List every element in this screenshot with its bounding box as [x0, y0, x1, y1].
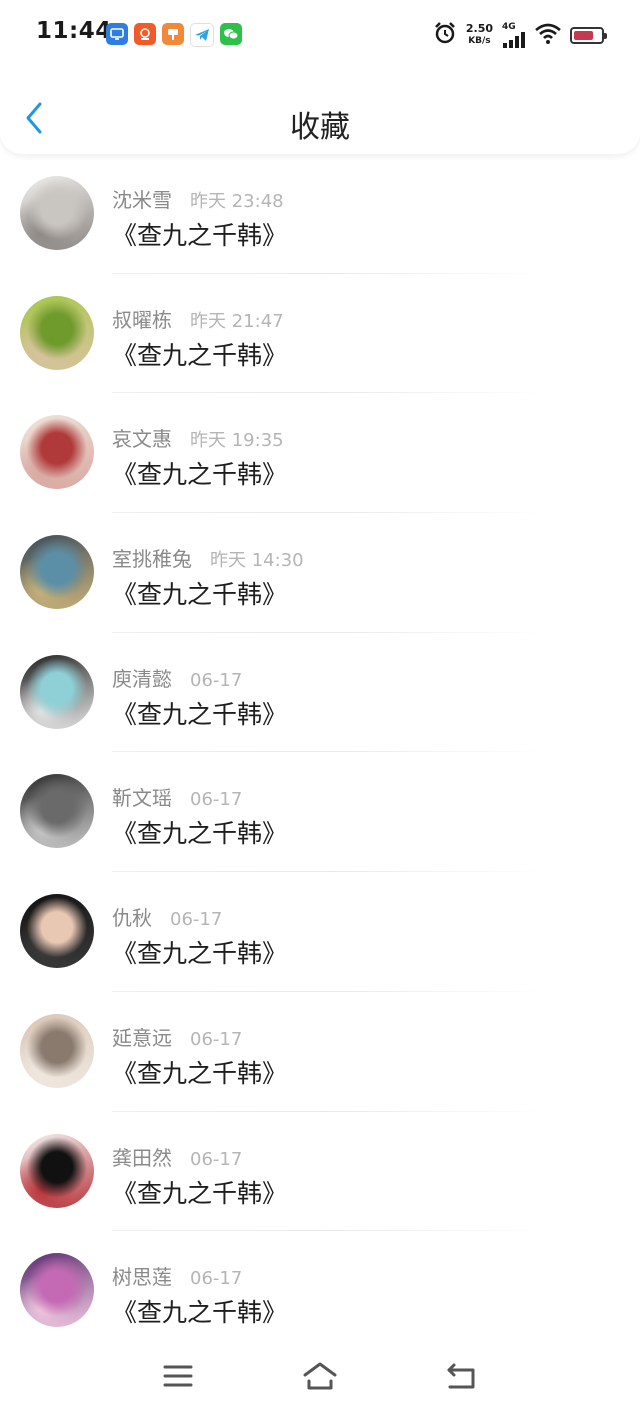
menu-icon — [163, 1365, 193, 1387]
item-meta: 哀文惠 昨天 19:35 — [112, 423, 284, 452]
book-title[interactable]: 《查九之千韩》 — [112, 814, 287, 850]
avatar[interactable] — [20, 654, 94, 729]
item-meta: 庾清懿 06-17 — [112, 663, 242, 692]
item-meta: 室挑稚兔 昨天 14:30 — [112, 543, 304, 572]
favorites-list: 沈米雪 昨天 23:48 《查九之千韩》 叔曜栋 昨天 21:47 《查九之千韩》 哀文惠昨… — [0, 154, 640, 1351]
alarm-clock-icon — [433, 21, 457, 49]
status-bar: 11:44 2.50 KB/s 4G — [0, 0, 640, 70]
author-name[interactable]: 叔曜栋 — [112, 304, 172, 333]
avatar[interactable] — [20, 1013, 94, 1088]
avatar[interactable] — [20, 774, 94, 849]
author-name[interactable]: 靳文瑶 — [112, 782, 172, 811]
book-title[interactable]: 《查九之千韩》 — [112, 695, 287, 731]
favorite-item[interactable]: 沈米雪 昨天 23:48 《查九之千韩》 — [0, 154, 640, 274]
wechat-icon — [220, 23, 242, 45]
favorite-item[interactable]: 龚田然 06-17 《查九之千韩》 — [0, 1112, 640, 1232]
screen-mirror-icon — [106, 23, 128, 45]
book-title[interactable]: 《查九之千韩》 — [112, 216, 287, 252]
book-title[interactable]: 《查九之千韩》 — [112, 1174, 287, 1210]
timestamp: 昨天 21:47 — [190, 310, 284, 332]
network-type: 4G — [502, 21, 516, 32]
telegram-icon — [190, 23, 214, 47]
notification-icons — [106, 23, 242, 47]
timestamp: 06-17 — [190, 1028, 243, 1050]
network-speed-unit: KB/s — [468, 36, 491, 46]
author-name[interactable]: 室挑稚兔 — [112, 543, 192, 572]
favorite-item[interactable]: 延意远 06-17 《查九之千韩》 — [0, 992, 640, 1112]
favorite-item[interactable]: 树思莲 06-17 《查九之千韩》 — [0, 1231, 640, 1351]
timestamp: 06-17 — [190, 669, 243, 691]
wifi-icon — [535, 22, 561, 48]
timestamp: 06-17 — [190, 1268, 243, 1290]
item-meta: 龚田然 06-17 — [112, 1142, 242, 1171]
avatar[interactable] — [20, 1253, 94, 1328]
favorite-item[interactable]: 哀文惠 昨天 19:35 《查九之千韩》 — [0, 393, 640, 514]
author-name[interactable]: 沈米雪 — [112, 184, 172, 213]
item-meta: 沈米雪 昨天 23:48 — [112, 184, 284, 213]
favorite-item[interactable]: 仇秋 06-17 《查九之千韩》 — [0, 872, 640, 992]
timestamp: 昨天 23:48 — [190, 191, 284, 212]
item-meta: 靳文瑶 06-17 — [112, 782, 242, 811]
news-app-icon — [134, 23, 156, 45]
timestamp: 06-17 — [190, 789, 243, 811]
status-time: 11:44 — [36, 18, 112, 44]
timestamp: 昨天 19:35 — [190, 430, 284, 452]
menu-button[interactable] — [152, 1356, 204, 1396]
avatar[interactable] — [20, 894, 94, 969]
book-title[interactable]: 《查九之千韩》 — [112, 1054, 287, 1090]
avatar[interactable] — [20, 176, 94, 250]
timestamp: 昨天 14:30 — [210, 550, 304, 572]
author-name[interactable]: 仇秋 — [112, 902, 152, 931]
avatar[interactable] — [20, 1133, 94, 1208]
favorites-screen: 11:44 2.50 KB/s 4G 收藏 沈米雪 昨天 23:48 《查九之千… — [0, 0, 640, 1422]
author-name[interactable]: 庾清懿 — [112, 663, 172, 692]
orange-app-icon — [162, 23, 184, 45]
item-meta: 叔曜栋 昨天 21:47 — [112, 304, 284, 333]
avatar[interactable] — [20, 415, 94, 490]
item-meta: 仇秋 06-17 — [112, 902, 222, 931]
signal-bars-icon — [503, 31, 525, 48]
book-title[interactable]: 《查九之千韩》 — [112, 575, 287, 611]
favorite-item[interactable]: 庾清懿 06-17 《查九之千韩》 — [0, 633, 640, 753]
item-meta: 树思莲 06-17 — [112, 1261, 242, 1290]
favorite-item[interactable]: 叔曜栋 昨天 21:47 《查九之千韩》 — [0, 274, 640, 394]
book-title[interactable]: 《查九之千韩》 — [112, 336, 287, 372]
home-button[interactable] — [294, 1356, 346, 1396]
book-title[interactable]: 《查九之千韩》 — [112, 1293, 287, 1329]
back-arrow-icon — [447, 1363, 475, 1389]
timestamp: 06-17 — [170, 909, 223, 931]
item-meta: 延意远 06-17 — [112, 1022, 242, 1051]
home-icon — [303, 1362, 337, 1390]
cellular-signal: 4G — [502, 21, 526, 48]
system-status: 2.50 KB/s 4G — [433, 20, 607, 50]
battery-level — [574, 30, 593, 40]
network-speed: 2.50 KB/s — [465, 22, 493, 46]
nav-back-button[interactable] — [436, 1356, 488, 1396]
author-name[interactable]: 龚田然 — [112, 1142, 172, 1171]
author-name[interactable]: 哀文惠 — [112, 423, 172, 452]
network-speed-value: 2.50 — [465, 22, 493, 35]
avatar[interactable] — [20, 295, 94, 370]
app-header: 收藏 — [0, 70, 640, 154]
timestamp: 06-17 — [190, 1148, 243, 1170]
page-title: 收藏 — [290, 110, 350, 145]
author-name[interactable]: 延意远 — [112, 1022, 172, 1051]
book-title[interactable]: 《查九之千韩》 — [112, 455, 287, 491]
system-nav-bar — [0, 1342, 640, 1422]
avatar[interactable] — [20, 535, 94, 610]
author-name[interactable]: 树思莲 — [112, 1261, 172, 1290]
book-title[interactable]: 《查九之千韩》 — [112, 934, 287, 970]
battery-icon — [570, 26, 607, 44]
favorite-item[interactable]: 室挑稚兔 昨天 14:30 《查九之千韩》 — [0, 513, 640, 633]
favorite-item[interactable]: 靳文瑶 06-17 《查九之千韩》 — [0, 752, 640, 873]
